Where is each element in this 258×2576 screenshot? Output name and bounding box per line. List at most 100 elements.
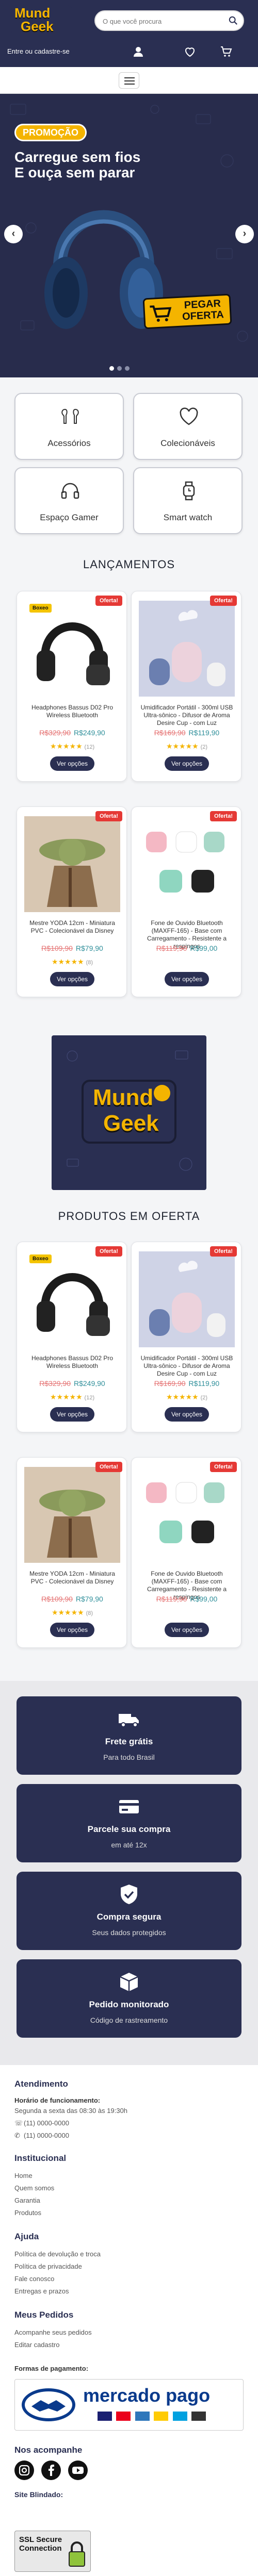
footer-link[interactable]: Quem somos <box>14 2184 54 2192</box>
product-name[interactable]: Umidificador Portátil - 300ml USB Ultra-… <box>139 1355 235 1378</box>
view-options-button[interactable]: Ver opções <box>50 756 94 771</box>
view-options-button[interactable]: Ver opções <box>165 756 209 771</box>
review-count: (2) <box>200 1395 208 1401</box>
promo-logo-banner[interactable]: Mund Geek <box>52 1035 206 1190</box>
product-image[interactable] <box>24 816 120 912</box>
product-name[interactable]: Mestre YODA 12cm - Miniatura PVC - Colec… <box>24 1570 120 1586</box>
view-options-button[interactable]: Ver opções <box>165 1407 209 1422</box>
category-label: Smart watch <box>163 513 213 522</box>
footer-link[interactable]: Home <box>14 2172 33 2179</box>
view-options-button[interactable]: Ver opções <box>165 1623 209 1637</box>
product-card[interactable]: Oferta! Umidificador Portátil - 300ml USB… <box>131 591 241 782</box>
product-card[interactable]: Oferta! Umidificador Portátil - 300ml USB… <box>131 1242 241 1432</box>
product-card[interactable]: Oferta! Mestre YODA 12cm - Miniatura PVC … <box>17 806 127 997</box>
feature-parcele: Parcele sua compra em até 12x <box>17 1784 241 1862</box>
product-name[interactable]: Umidificador Portátil - 300ml USB Ultra-… <box>139 704 235 727</box>
product-name[interactable]: Headphones Bassus D02 Pro Wireless Bluet… <box>24 704 120 719</box>
facebook-icon[interactable] <box>41 2461 61 2480</box>
old-price: R$169,90 <box>154 1379 186 1388</box>
pegar-oferta-badge[interactable]: PEGAR OFERTA <box>142 293 232 329</box>
rating-stars: ★★★★★ (8) <box>51 1608 93 1616</box>
headset-icon <box>61 483 79 499</box>
heart-icon[interactable] <box>184 45 196 58</box>
footer-link[interactable]: Produtos <box>14 2209 41 2217</box>
category-colecionaveis[interactable]: Colecionáveis <box>133 393 243 460</box>
instagram-icon[interactable] <box>14 2461 34 2480</box>
banner-dots[interactable] <box>109 364 149 371</box>
footer-link[interactable]: Fale conosco <box>14 2275 54 2283</box>
product-image[interactable] <box>139 1467 235 1563</box>
product-image[interactable] <box>24 1251 120 1347</box>
feature-title: Pedido monitorado <box>89 2000 169 2009</box>
category-smart-watch[interactable]: Smart watch <box>133 467 243 534</box>
product-price: R$109,90 R$79,90 <box>24 1595 120 1603</box>
footer-phone2[interactable]: (11) 0000-0000 <box>24 2132 69 2139</box>
banner-dot[interactable] <box>125 366 130 371</box>
site-logo[interactable]: Mund Geek <box>11 5 72 36</box>
product-card[interactable]: Oferta! Fone de Ouvido Bluetooth (MAXFF-1… <box>131 806 241 997</box>
view-options-button[interactable]: Ver opções <box>165 972 209 986</box>
rating-stars: ★★★★★ (8) <box>51 957 93 966</box>
watch-icon <box>183 481 195 501</box>
product-image[interactable] <box>139 601 235 697</box>
footer-link[interactable]: Editar cadastro <box>14 2341 59 2349</box>
footer-link[interactable]: Política de privacidade <box>14 2263 82 2270</box>
product-image[interactable] <box>24 601 120 697</box>
user-icon[interactable] <box>132 45 144 58</box>
product-card[interactable]: Oferta! Mestre YODA 12cm - Miniatura PVC … <box>17 1457 127 1648</box>
old-price: R$119,90 <box>156 944 187 952</box>
product-price: R$169,90 R$119,90 <box>139 1379 235 1388</box>
banner-prev-button[interactable]: ‹ <box>4 225 23 243</box>
category-espaco-gamer[interactable]: Espaço Gamer <box>14 467 124 534</box>
banner-title-line2: E ouça sem parar <box>14 164 135 180</box>
youtube-icon[interactable] <box>68 2461 88 2480</box>
product-card[interactable]: Oferta! Fone de Ouvido Bluetooth (MAXFF-1… <box>131 1457 241 1648</box>
search-icon[interactable] <box>229 16 238 25</box>
review-count: (12) <box>84 1395 95 1401</box>
product-card[interactable]: Boxeo Oferta! Headphones Bassus D02 Pro Wi… <box>17 591 127 782</box>
footer-atendimento-title: Atendimento <box>14 2079 68 2089</box>
login-link[interactable]: Entre ou cadastre-se <box>7 47 70 55</box>
product-price: R$169,90 R$119,90 <box>139 729 235 737</box>
feature-frete: Frete grátis Para todo Brasil <box>17 1696 241 1775</box>
banner-dot[interactable] <box>117 366 122 371</box>
current-price: R$99,00 <box>190 944 218 952</box>
product-image[interactable] <box>24 1467 120 1563</box>
hamburger-menu-button[interactable] <box>119 72 139 89</box>
category-label: Colecionáveis <box>160 438 215 448</box>
rating-stars: ★★★★★ (12) <box>50 1393 95 1401</box>
cart-icon[interactable] <box>220 45 232 58</box>
hero-banner[interactable]: PROMOÇÃO Carregue sem fios E ouça sem pa… <box>0 94 258 377</box>
handshake-icon <box>22 2388 75 2421</box>
banner-dot[interactable] <box>109 366 114 371</box>
whatsapp-icon: ✆ <box>14 2132 20 2139</box>
current-price: R$249,90 <box>74 729 105 737</box>
box-icon <box>120 1973 138 1991</box>
footer-phone1[interactable]: (11) 0000-0000 <box>24 2119 69 2127</box>
footer-link[interactable]: Política de devolução e troca <box>14 2250 101 2258</box>
site-header: Mund Geek Entre ou cadastre-se <box>0 0 258 67</box>
product-image[interactable] <box>139 816 235 912</box>
search-input[interactable] <box>103 16 227 26</box>
review-count: (8) <box>86 1610 93 1616</box>
footer-link[interactable]: Garantia <box>14 2197 40 2204</box>
earbuds-icon <box>61 408 79 424</box>
product-name[interactable]: Mestre YODA 12cm - Miniatura PVC - Colec… <box>24 919 120 935</box>
product-card[interactable]: Boxeo Oferta! Headphones Bassus D02 Pro Wi… <box>17 1242 127 1432</box>
banner-next-button[interactable]: › <box>235 225 254 243</box>
product-name[interactable]: Headphones Bassus D02 Pro Wireless Bluet… <box>24 1355 120 1370</box>
footer-link[interactable]: Acompanhe seus pedidos <box>14 2329 92 2336</box>
phone-icon: ☏ <box>14 2119 23 2127</box>
promo-label: PROMOÇÃO <box>14 124 87 141</box>
product-image[interactable] <box>139 1251 235 1347</box>
footer-institucional-title: Institucional <box>14 2153 67 2163</box>
view-options-button[interactable]: Ver opções <box>50 972 94 986</box>
view-options-button[interactable]: Ver opções <box>50 1623 94 1637</box>
footer-social-title: Nos acompanhe <box>14 2445 83 2455</box>
menu-bar <box>0 67 258 94</box>
footer-link[interactable]: Entregas e prazos <box>14 2287 69 2295</box>
view-options-button[interactable]: Ver opções <box>50 1407 94 1422</box>
current-price: R$99,00 <box>190 1595 218 1603</box>
search-bar[interactable] <box>94 10 244 31</box>
category-acessorios[interactable]: Acessórios <box>14 393 124 460</box>
